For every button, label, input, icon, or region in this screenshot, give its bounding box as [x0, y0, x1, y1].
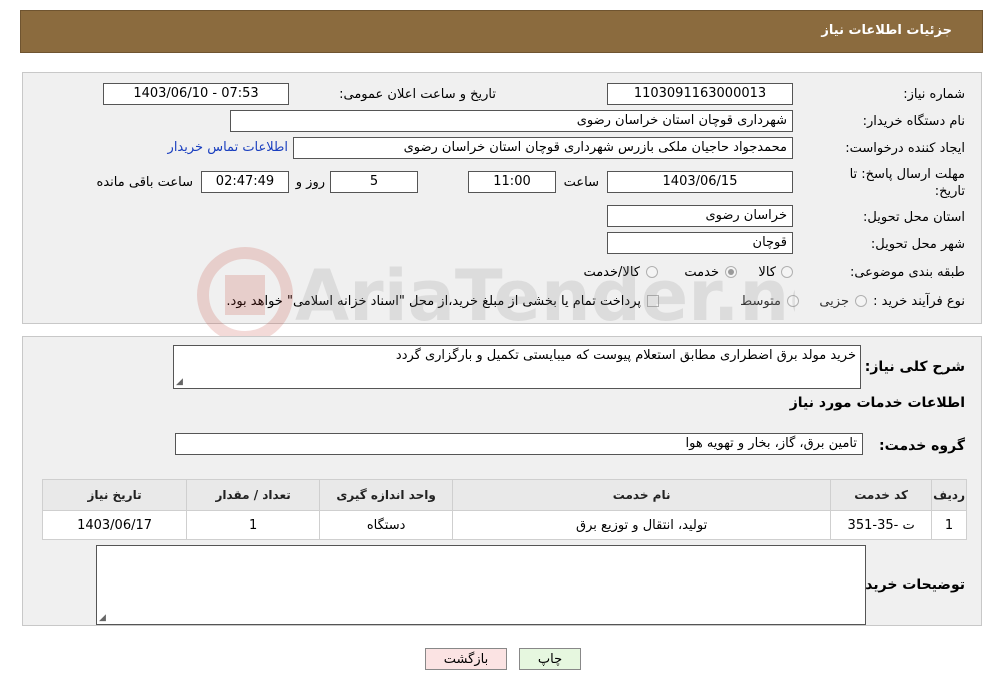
buyer-org-label: نام دستگاه خریدار: — [862, 114, 965, 129]
col-header-row: ردیف — [931, 479, 967, 511]
col-header-code: کد خدمت — [830, 479, 933, 511]
purchase-type-label: نوع فرآیند خرید : — [873, 294, 965, 309]
deadline-label: مهلت ارسال پاسخ: تا تاریخ: — [849, 167, 965, 199]
category-service-label: خدمت — [684, 265, 719, 280]
buyer-notes-textarea[interactable]: ◢ — [96, 545, 866, 625]
services-table: ردیف کد خدمت نام خدمت واحد اندازه گیری ت… — [41, 479, 967, 540]
need-number-field: 1103091163000013 — [607, 83, 793, 105]
cell-unit: دستگاه — [319, 510, 454, 540]
deadline-time-field: 11:00 — [468, 171, 556, 193]
category-goods-radio[interactable] — [781, 266, 793, 278]
remaining-time-label: ساعت باقی مانده — [96, 175, 193, 190]
description-textarea[interactable]: خرید مولد برق اضطراری مطابق استعلام پیوس… — [173, 345, 861, 389]
days-remaining-field: 5 — [330, 171, 418, 193]
days-label: روز و — [295, 175, 325, 190]
category-goods-service-radio[interactable] — [646, 266, 658, 278]
city-label: شهر محل تحویل: — [870, 237, 965, 252]
buyer-contact-link[interactable]: اطلاعات تماس خریدار — [168, 140, 288, 155]
province-field: خراسان رضوی — [607, 205, 793, 227]
table-row: 1 ت -35-351 تولید، انتقال و توزیع برق دس… — [41, 510, 967, 540]
treasury-payment-checkbox[interactable] — [647, 295, 659, 307]
cell-quantity: 1 — [186, 510, 321, 540]
page-title: جزئیات اطلاعات نیاز — [821, 23, 952, 38]
requester-label: ایجاد کننده درخواست: — [845, 141, 965, 156]
treasury-payment-note: پرداخت تمام یا بخشی از مبلغ خرید،از محل … — [226, 294, 641, 309]
deadline-date-field: 1403/06/15 — [607, 171, 793, 193]
resize-grip-icon[interactable]: ◢ — [99, 613, 106, 623]
category-goods-service-label: کالا/خدمت — [583, 265, 640, 280]
description-label: شرح کلی نیاز: — [864, 359, 965, 375]
description-text: خرید مولد برق اضطراری مطابق استعلام پیوس… — [395, 348, 856, 363]
buyer-org-field: شهرداری قوچان استان خراسان رضوی — [230, 110, 793, 132]
province-label: استان محل تحویل: — [863, 210, 965, 225]
deadline-time-label: ساعت — [563, 175, 599, 190]
col-header-name: نام خدمت — [452, 479, 832, 511]
cell-service-code: ت -35-351 — [830, 510, 933, 540]
category-label: طبقه بندی موضوعی: — [849, 265, 965, 280]
need-number-label: شماره نیاز: — [903, 87, 965, 102]
need-details-panel: شماره نیاز: 1103091163000013 تاریخ و ساع… — [22, 72, 982, 324]
category-service-radio[interactable] — [725, 266, 737, 278]
page-header: جزئیات اطلاعات نیاز — [20, 10, 983, 53]
city-field: قوچان — [607, 232, 793, 254]
cell-row-number: 1 — [931, 510, 967, 540]
col-header-unit: واحد اندازه گیری — [319, 479, 454, 511]
announce-label: تاریخ و ساعت اعلان عمومی: — [339, 87, 496, 102]
services-table-header: ردیف کد خدمت نام خدمت واحد اندازه گیری ت… — [41, 479, 967, 511]
services-section-title: اطلاعات خدمات مورد نیاز — [789, 395, 965, 411]
requester-field: محمدجواد حاجیان ملکی بازرس شهرداری قوچان… — [293, 137, 793, 159]
announce-datetime-field: 1403/06/10 - 07:53 — [103, 83, 289, 105]
col-header-need-date: تاریخ نیاز — [41, 479, 188, 511]
back-button[interactable]: بازگشت — [425, 648, 507, 670]
services-panel: شرح کلی نیاز: خرید مولد برق اضطراری مطاب… — [22, 336, 982, 626]
category-goods-label: کالا — [758, 265, 776, 280]
purchase-minor-label: جزیی — [819, 294, 849, 309]
service-group-field: تامین برق، گاز، بخار و تهویه هوا — [175, 433, 863, 455]
cell-need-date: 1403/06/17 — [41, 510, 188, 540]
remaining-time-field: 02:47:49 — [201, 171, 289, 193]
purchase-minor-radio[interactable] — [855, 295, 867, 307]
col-header-quantity: تعداد / مقدار — [186, 479, 321, 511]
cell-service-name: تولید، انتقال و توزیع برق — [452, 510, 832, 540]
purchase-medium-radio[interactable] — [787, 295, 799, 307]
resize-grip-icon[interactable]: ◢ — [176, 377, 183, 387]
print-button[interactable]: چاپ — [519, 648, 581, 670]
purchase-medium-label: متوسط — [740, 294, 781, 309]
service-group-label: گروه خدمت: — [879, 438, 965, 454]
